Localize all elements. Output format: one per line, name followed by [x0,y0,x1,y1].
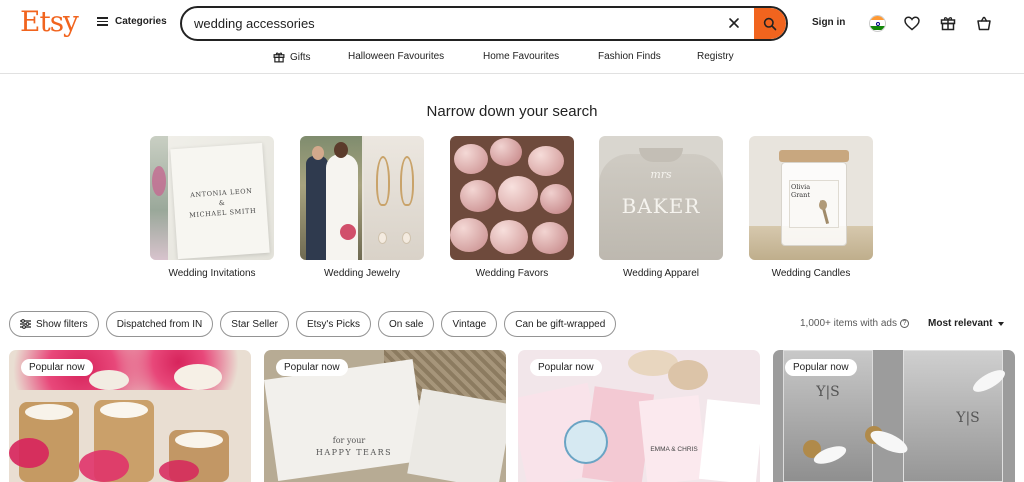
subnav-label: Registry [697,51,734,62]
category-wedding-apparel[interactable]: mrs BAKER Wedding Apparel [599,136,723,279]
subnav-item-home-favourites[interactable]: Home Favourites [483,51,559,62]
category-label: Wedding Jewelry [324,268,400,279]
sort-dropdown[interactable]: Most relevant [928,318,1005,329]
filter-etsys-picks[interactable]: Etsy's Picks [295,311,371,337]
section-title: Narrow down your search [426,103,598,120]
site-header: Etsy Categories Sign in [0,0,1024,46]
category-wedding-invitations[interactable]: ANTONIA LEON & MICHAEL SMITH Wedding Inv… [150,136,274,279]
category-label: Wedding Invitations [168,268,256,279]
bottle-monogram: Y|S [816,384,840,400]
subnav-label: Home Favourites [483,51,560,62]
gift-icon [273,52,285,63]
filter-sliders-icon [20,319,31,329]
etsy-logo[interactable]: Etsy [20,5,79,38]
filter-star-seller[interactable]: Star Seller [220,311,289,337]
category-label: Wedding Apparel [623,268,699,279]
filter-on-sale[interactable]: On sale [378,311,435,337]
subnav-item-halloween-favourites[interactable]: Halloween Favourites [348,51,444,62]
category-wedding-jewelry[interactable]: Wedding Jewelry [300,136,424,279]
filter-gift-wrapped[interactable]: Can be gift-wrapped [504,311,617,337]
sweater-script-text: mrs [650,168,672,181]
product-card[interactable]: Popular now EMMA & CHRIS [518,350,760,482]
popular-now-badge: Popular now [530,359,602,376]
sort-label: Most relevant [928,318,993,329]
popular-now-badge: Popular now [276,359,348,376]
categories-button[interactable]: Categories [97,16,167,27]
search-bar [180,6,788,41]
product-card[interactable]: Popular now [9,350,251,482]
clear-search-icon[interactable] [727,16,741,30]
menu-icon [97,17,108,26]
gift-icon[interactable] [938,13,958,33]
category-wedding-candles[interactable]: Olivia Grant Wedding Candles [749,136,873,279]
results-count: 1,000+ items with ads ? [800,318,909,329]
category-image [300,136,424,260]
category-image: ANTONIA LEON & MICHAEL SMITH [150,136,274,260]
popular-now-badge: Popular now [785,359,857,376]
cart-icon[interactable] [974,13,994,33]
product-label-text: EMMA & CHRIS [650,446,698,453]
show-filters-label: Show filters [36,318,88,330]
subnav-label: Gifts [290,51,311,63]
subnav-item-gifts[interactable]: Gifts [273,51,311,63]
categories-label: Categories [115,16,167,27]
sub-navigation: Gifts Halloween Favourites Home Favourit… [0,46,1024,74]
region-flag-icon[interactable] [867,13,887,33]
info-icon[interactable]: ? [900,319,909,328]
product-card-text-1: for your [332,436,366,445]
category-label: Wedding Favors [475,268,549,279]
product-card-text-2: HAPPY TEARS [315,448,393,457]
subnav-item-fashion-finds[interactable]: Fashion Finds [598,51,661,62]
subnav-label: Halloween Favourites [348,51,445,62]
category-image: Olivia Grant [749,136,873,260]
bottle-monogram: Y|S [956,410,980,426]
sign-in-link[interactable]: Sign in [812,17,845,28]
filter-dispatched-from-in[interactable]: Dispatched from IN [105,311,214,337]
product-card[interactable]: Popular now Y|S Y|S [773,350,1015,482]
caret-down-icon [998,321,1005,326]
show-filters-button[interactable]: Show filters [9,311,99,337]
search-icon [763,17,777,30]
subnav-item-registry[interactable]: Registry [697,51,734,62]
popular-now-badge: Popular now [21,359,93,376]
candle-name-2: Grant [791,191,810,199]
product-card[interactable]: Popular now for your HAPPY TEARS [264,350,506,482]
results-text: 1,000+ items with ads [800,318,897,329]
filter-bar: Show filters Dispatched from IN Star Sel… [9,311,617,337]
subnav-label: Fashion Finds [598,51,661,62]
search-button[interactable] [754,8,786,39]
candle-name-1: Olivia [791,183,811,191]
category-image: mrs BAKER [599,136,723,260]
category-wedding-favors[interactable]: Wedding Favors [450,136,574,279]
search-input[interactable] [194,8,714,39]
category-image [450,136,574,260]
category-label: Wedding Candles [771,268,851,279]
sweater-text: BAKER [621,194,701,218]
heart-icon[interactable] [902,13,922,33]
filter-vintage[interactable]: Vintage [441,311,498,337]
